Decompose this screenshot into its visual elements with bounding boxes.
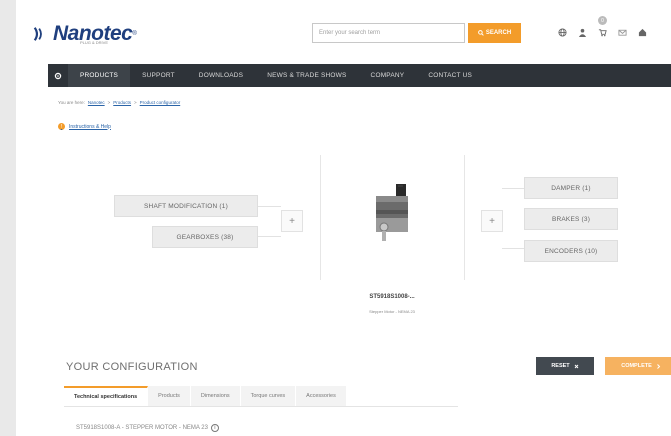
tab-dimensions[interactable]: Dimensions <box>190 386 241 406</box>
instructions-link[interactable]: ! Instructions & Help <box>58 123 111 130</box>
option-damper[interactable]: DAMPER (1) <box>524 177 618 199</box>
info-circle-icon: ! <box>58 123 65 130</box>
your-configuration-title: YOUR CONFIGURATION <box>66 361 198 373</box>
tab-products[interactable]: Products <box>148 386 191 406</box>
nav-item-products[interactable]: PRODUCTS <box>68 64 131 87</box>
mail-icon[interactable] <box>616 26 628 38</box>
divider <box>320 155 321 280</box>
connector-line <box>502 188 524 189</box>
option-brakes[interactable]: BRAKES (3) <box>524 208 618 230</box>
tab-technical-specifications[interactable]: Technical specifications <box>64 386 149 406</box>
connector-line <box>502 248 524 249</box>
cart-icon[interactable]: 0 <box>596 16 608 38</box>
breadcrumb-link-products[interactable]: Products <box>113 100 131 105</box>
complete-button-label: COMPLETE <box>621 363 652 369</box>
reset-button[interactable]: RESET <box>536 357 594 375</box>
stepper-motor-image[interactable] <box>372 182 412 244</box>
logo-tagline: PLUG & DRIVE <box>80 40 109 45</box>
nav-home-icon[interactable] <box>48 64 68 87</box>
spec-line-text: ST5918S1008-A - STEPPER MOTOR - NEMA 23 <box>76 425 208 431</box>
home-icon[interactable] <box>636 26 648 38</box>
nav-item-news[interactable]: NEWS & TRADE SHOWS <box>255 64 358 87</box>
cart-count-badge: 0 <box>598 16 607 25</box>
page: Nanotec ® PLUG & DRIVE Enter your search… <box>16 0 671 436</box>
nav-item-contact[interactable]: CONTACT US <box>416 64 484 87</box>
tab-accessories[interactable]: Accessories <box>296 386 347 406</box>
nav-item-company[interactable]: COMPANY <box>359 64 417 87</box>
option-gearboxes[interactable]: GEARBOXES (38) <box>152 226 258 248</box>
main-nav: PRODUCTS SUPPORT DOWNLOADS NEWS & TRADE … <box>48 64 671 87</box>
search-button-label: SEARCH <box>485 30 512 36</box>
config-tabs: Technical specifications Products Dimens… <box>64 386 347 406</box>
info-icon[interactable]: i <box>210 424 219 432</box>
search-button[interactable]: SEARCH <box>468 23 521 43</box>
tab-underline <box>64 406 458 407</box>
breadcrumb-separator: > <box>134 100 137 105</box>
connector-line <box>256 236 281 237</box>
product-name: ST5918S1008-... <box>369 294 415 300</box>
breadcrumb-prefix: You are here: <box>58 100 85 105</box>
user-icon[interactable] <box>576 26 588 38</box>
logo-registered: ® <box>132 31 137 37</box>
breadcrumb-separator: > <box>107 100 111 105</box>
breadcrumb: You are here: Nanotec > Products > Produ… <box>58 100 180 105</box>
add-left-option-button[interactable]: + <box>281 210 303 232</box>
option-shaft-modification[interactable]: SHAFT MODIFICATION (1) <box>114 195 258 217</box>
product-subtitle: Stepper Motor - NEMA 23 <box>369 309 415 314</box>
search-input[interactable]: Enter your search term <box>312 23 465 43</box>
breadcrumb-link-configurator[interactable]: Product configurator <box>140 100 181 105</box>
option-encoders[interactable]: ENCODERS (10) <box>524 240 618 262</box>
header-icons: 0 <box>556 16 648 38</box>
reset-button-label: RESET <box>551 363 570 369</box>
connector-line <box>256 206 281 207</box>
breadcrumb-link-nanotec[interactable]: Nanotec <box>88 100 105 105</box>
instructions-label: Instructions & Help <box>69 123 111 130</box>
chevron-right-icon <box>656 363 660 369</box>
spec-line: ST5918S1008-A - STEPPER MOTOR - NEMA 23 … <box>76 424 219 432</box>
tab-torque-curves[interactable]: Torque curves <box>240 386 297 406</box>
close-icon <box>574 364 579 368</box>
complete-button[interactable]: COMPLETE <box>605 357 671 375</box>
divider <box>464 155 465 280</box>
nav-item-downloads[interactable]: DOWNLOADS <box>187 64 255 87</box>
nav-item-support[interactable]: SUPPORT <box>130 64 187 87</box>
globe-icon[interactable] <box>556 26 568 38</box>
search-icon <box>477 30 484 36</box>
logo-mark-icon <box>33 27 42 41</box>
add-right-option-button[interactable]: + <box>481 210 503 232</box>
